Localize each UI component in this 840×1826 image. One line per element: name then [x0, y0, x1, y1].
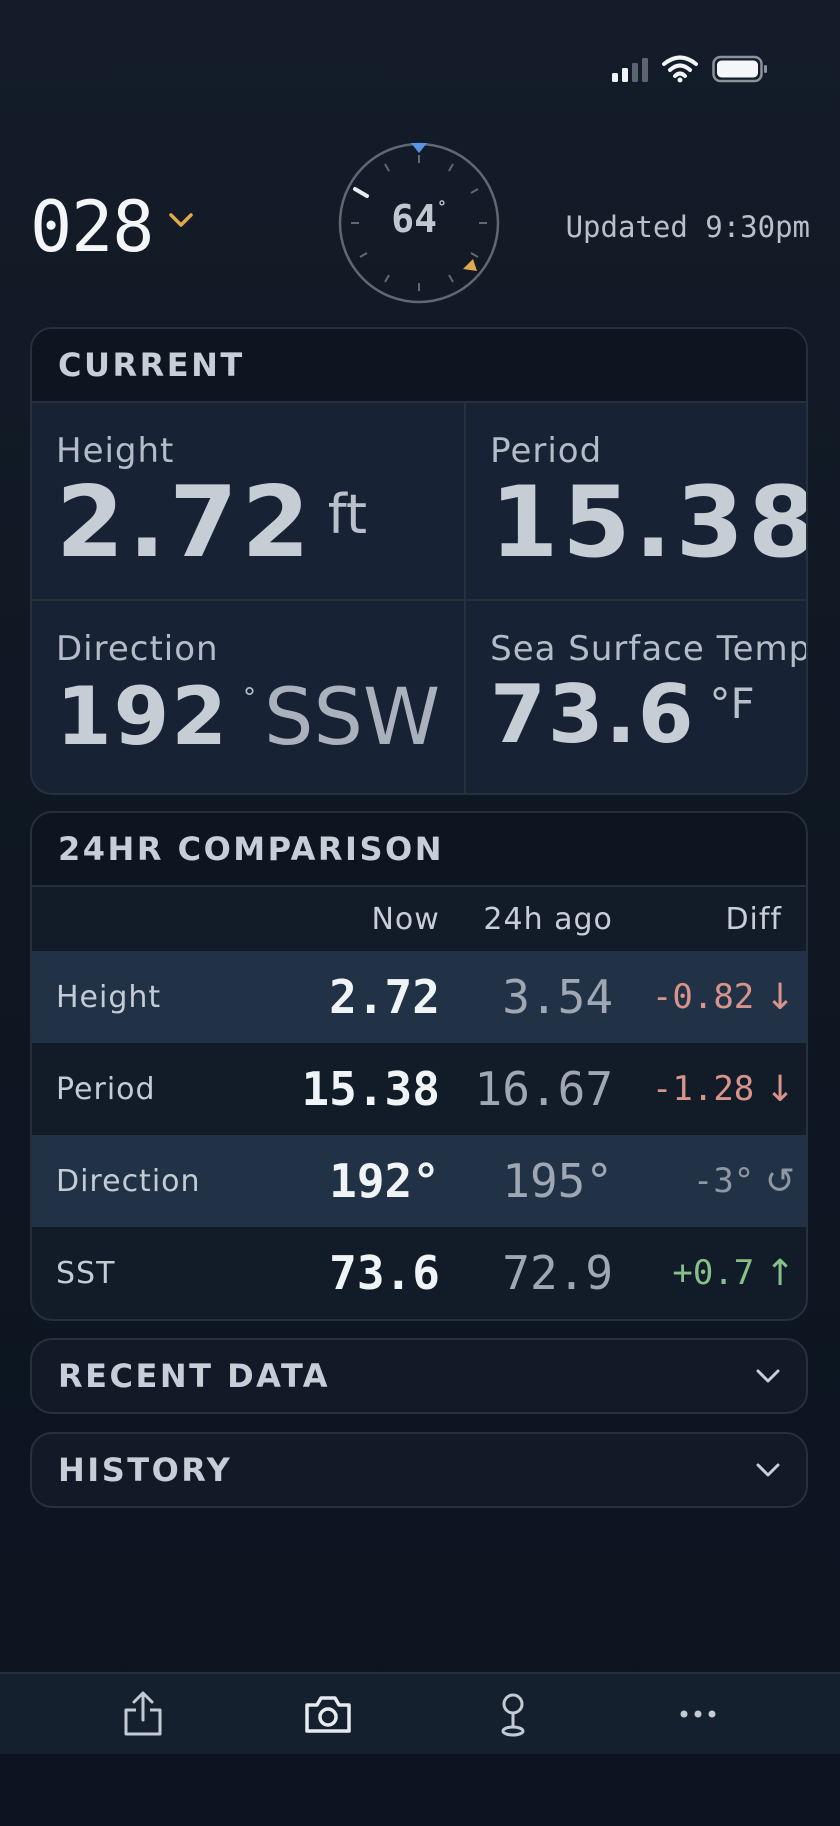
row-diff-value: -3°	[692, 1161, 755, 1201]
table-row: Period 15.38 16.67 -1.28 ↓	[32, 1043, 806, 1135]
row-diff-value: -0.82	[651, 977, 755, 1017]
row-ago-value: 3.54	[502, 970, 614, 1024]
station-id[interactable]: 028	[30, 192, 154, 262]
status-bar	[612, 52, 768, 86]
history-section[interactable]: HISTORY	[30, 1432, 808, 1508]
sst-label: Sea Surface Temp	[490, 629, 808, 669]
chevron-down-icon[interactable]	[168, 210, 194, 230]
row-now-value: 192°	[329, 1154, 440, 1208]
recent-data-title: RECENT DATA	[58, 1357, 331, 1395]
period-cell: Period 15.38 s	[464, 403, 808, 599]
current-title: CURRENT	[58, 346, 245, 384]
column-diff: Diff	[725, 901, 782, 937]
bottom-toolbar	[0, 1672, 840, 1754]
wifi-icon	[662, 55, 698, 83]
row-ago-value: 16.67	[474, 1062, 614, 1116]
period-label: Period	[490, 431, 603, 471]
row-label: Height	[56, 979, 162, 1015]
column-24h-ago: 24h ago	[483, 901, 613, 937]
signal-icon	[612, 56, 648, 82]
row-label: Direction	[56, 1163, 201, 1199]
comparison-card: 24HR COMPARISON Now 24h ago Diff Height …	[30, 811, 808, 1321]
recent-data-section[interactable]: RECENT DATA	[30, 1338, 808, 1414]
share-button[interactable]	[103, 1679, 183, 1749]
height-label: Height	[56, 431, 175, 471]
row-ago-value: 72.9	[502, 1246, 614, 1300]
direction-degree: °	[243, 683, 256, 713]
sst-cell: Sea Surface Temp 73.6 °F	[464, 599, 808, 793]
direction-label: Direction	[56, 629, 219, 669]
height-cell: Height 2.72 ft	[32, 403, 464, 599]
arrow-down-icon: ↓	[765, 976, 796, 1018]
row-now-value: 15.38	[301, 1062, 440, 1116]
current-header: CURRENT	[32, 329, 806, 403]
current-card: CURRENT Height 2.72 ft Period 15.38 s Di…	[30, 327, 808, 795]
compass-value: 64	[391, 197, 438, 241]
row-now-value: 73.6	[329, 1246, 440, 1300]
row-label: SST	[56, 1255, 116, 1291]
more-button[interactable]	[658, 1679, 738, 1749]
height-unit: ft	[327, 483, 368, 546]
more-icon	[680, 1710, 715, 1718]
direction-cell: Direction 192 ° SSW	[32, 599, 465, 793]
period-value: 15.38	[490, 466, 808, 580]
row-diff-value: -1.28	[651, 1069, 755, 1109]
row-diff-value: +0.7	[672, 1253, 755, 1293]
camera-button[interactable]	[288, 1679, 368, 1749]
table-row: Height 2.72 3.54 -0.82 ↓	[32, 951, 806, 1043]
history-title: HISTORY	[58, 1451, 233, 1489]
share-icon	[124, 1691, 161, 1736]
direction-compass: SSW	[264, 673, 441, 763]
chevron-down-icon	[756, 1369, 780, 1383]
row-label: Period	[56, 1071, 156, 1107]
row-now-value: 2.72	[329, 970, 440, 1024]
chevron-down-icon	[756, 1463, 780, 1477]
comparison-column-header: Now 24h ago Diff	[32, 887, 806, 951]
updated-time: Updated 9:30pm	[565, 210, 810, 244]
sst-unit: °F	[709, 679, 755, 728]
wind-compass: 64°	[337, 141, 501, 305]
comparison-header: 24HR COMPARISON	[32, 813, 806, 887]
location-button[interactable]	[473, 1679, 553, 1749]
camera-icon	[304, 1696, 351, 1733]
arrow-up-icon: ↑	[765, 1252, 796, 1294]
arrow-down-icon: ↓	[765, 1068, 796, 1110]
sst-value: 73.6	[490, 668, 696, 761]
direction-value: 192	[56, 670, 229, 763]
height-value: 2.72	[56, 466, 314, 580]
column-now: Now	[371, 901, 440, 937]
table-row: Direction 192° 195° -3° ↺	[32, 1135, 806, 1227]
battery-icon	[712, 55, 767, 83]
comparison-title: 24HR COMPARISON	[58, 830, 444, 868]
rotate-icon: ↺	[765, 1160, 796, 1202]
compass-degree: °	[437, 197, 447, 216]
table-row: SST 73.6 72.9 +0.7 ↑	[32, 1227, 806, 1319]
location-pin-icon	[501, 1693, 524, 1737]
row-ago-value: 195°	[502, 1154, 614, 1208]
